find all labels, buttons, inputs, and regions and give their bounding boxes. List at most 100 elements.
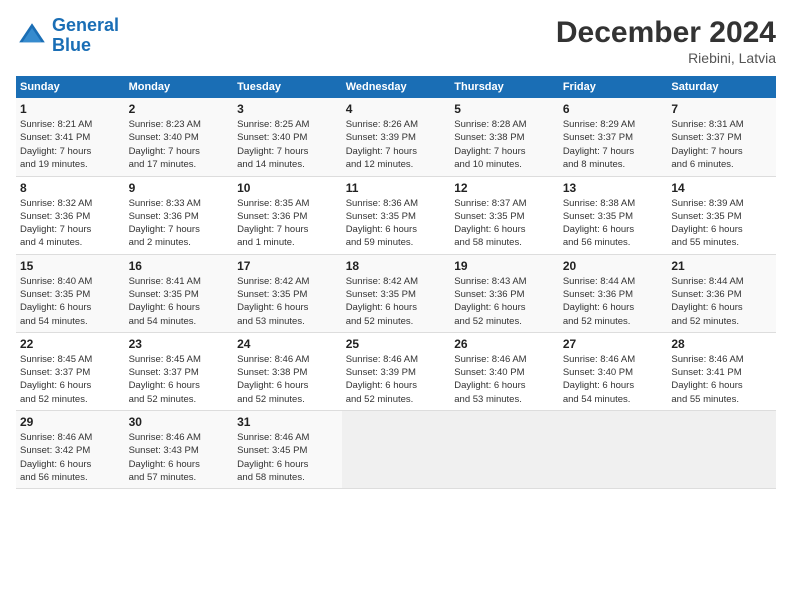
day-info: Sunrise: 8:46 AM Sunset: 3:41 PM Dayligh… — [671, 353, 772, 406]
col-wednesday: Wednesday — [342, 76, 451, 98]
col-friday: Friday — [559, 76, 668, 98]
calendar-cell: 23Sunrise: 8:45 AM Sunset: 3:37 PM Dayli… — [125, 332, 234, 410]
calendar-cell: 26 Sunrise: 8:46 AM Sunset: 3:40 PM Dayli… — [450, 332, 559, 410]
day-number: 2 — [129, 102, 230, 116]
calendar-cell: 3 Sunrise: 8:25 AM Sunset: 3:40 PM Daylig… — [233, 98, 342, 176]
day-number: 1 — [20, 102, 121, 116]
week-row-4: 22 Sunrise: 8:45 AM Sunset: 3:37 PM Dayli… — [16, 332, 776, 410]
logo-line1: General — [52, 15, 119, 35]
day-info: Sunrise: 8:42 AM Sunset: 3:35 PM Dayligh… — [346, 275, 447, 328]
week-row-5: 29 Sunrise: 8:46 AM Sunset: 3:42 PM Dayli… — [16, 411, 776, 489]
day-info: Sunrise: 8:45 AM Sunset: 3:37 PM Dayligh… — [20, 353, 121, 406]
day-number: 27 — [563, 337, 664, 351]
calendar-header: Sunday Monday Tuesday Wednesday Thursday… — [16, 76, 776, 98]
day-number: 18 — [346, 259, 447, 273]
day-info: Sunrise: 8:26 AM Sunset: 3:39 PM Dayligh… — [346, 118, 447, 171]
day-number: 7 — [671, 102, 772, 116]
calendar-cell: 11Sunrise: 8:36 AM Sunset: 3:35 PM Dayli… — [342, 176, 451, 254]
day-info: Sunrise: 8:46 AM Sunset: 3:39 PM Dayligh… — [346, 353, 447, 406]
calendar-cell — [559, 411, 668, 489]
day-info: Sunrise: 8:28 AM Sunset: 3:38 PM Dayligh… — [454, 118, 555, 171]
calendar-cell: 14Sunrise: 8:39 AM Sunset: 3:35 PM Dayli… — [667, 176, 776, 254]
calendar-cell: 13 Sunrise: 8:38 AM Sunset: 3:35 PM Dayli… — [559, 176, 668, 254]
day-info: Sunrise: 8:41 AM Sunset: 3:35 PM Dayligh… — [129, 275, 230, 328]
day-info: Sunrise: 8:21 AM Sunset: 3:41 PM Dayligh… — [20, 118, 121, 171]
calendar-cell: 22 Sunrise: 8:45 AM Sunset: 3:37 PM Dayli… — [16, 332, 125, 410]
day-number: 5 — [454, 102, 555, 116]
calendar-cell: 5 Sunrise: 8:28 AM Sunset: 3:38 PM Daylig… — [450, 98, 559, 176]
logo: General Blue — [16, 16, 119, 56]
calendar-cell: 1 Sunrise: 8:21 AM Sunset: 3:41 PM Daylig… — [16, 98, 125, 176]
day-info: Sunrise: 8:42 AM Sunset: 3:35 PM Dayligh… — [237, 275, 338, 328]
calendar-cell: 16 Sunrise: 8:41 AM Sunset: 3:35 PM Dayli… — [125, 254, 234, 332]
day-number: 9 — [129, 181, 230, 195]
calendar-cell: 31 Sunrise: 8:46 AM Sunset: 3:45 PM Dayli… — [233, 411, 342, 489]
day-number: 30 — [129, 415, 230, 429]
calendar-cell: 30Sunrise: 8:46 AM Sunset: 3:43 PM Dayli… — [125, 411, 234, 489]
calendar-cell — [450, 411, 559, 489]
page: General Blue December 2024 Riebini, Latv… — [0, 0, 792, 612]
day-number: 6 — [563, 102, 664, 116]
calendar-cell: 4 Sunrise: 8:26 AM Sunset: 3:39 PM Daylig… — [342, 98, 451, 176]
day-info: Sunrise: 8:46 AM Sunset: 3:42 PM Dayligh… — [20, 431, 121, 484]
header: General Blue December 2024 Riebini, Latv… — [16, 16, 776, 66]
day-number: 31 — [237, 415, 338, 429]
day-number: 26 — [454, 337, 555, 351]
day-number: 13 — [563, 181, 664, 195]
logo-icon — [16, 20, 48, 52]
day-number: 25 — [346, 337, 447, 351]
day-info: Sunrise: 8:23 AM Sunset: 3:40 PM Dayligh… — [129, 118, 230, 171]
calendar-cell: 29 Sunrise: 8:46 AM Sunset: 3:42 PM Dayli… — [16, 411, 125, 489]
day-info: Sunrise: 8:46 AM Sunset: 3:45 PM Dayligh… — [237, 431, 338, 484]
calendar-cell: 19 Sunrise: 8:43 AM Sunset: 3:36 PM Dayli… — [450, 254, 559, 332]
calendar-cell — [342, 411, 451, 489]
calendar-cell — [667, 411, 776, 489]
calendar-cell: 25 Sunrise: 8:46 AM Sunset: 3:39 PM Dayli… — [342, 332, 451, 410]
calendar-cell: 17 Sunrise: 8:42 AM Sunset: 3:35 PM Dayli… — [233, 254, 342, 332]
day-number: 14 — [671, 181, 772, 195]
logo-line2: Blue — [52, 35, 91, 55]
day-info: Sunrise: 8:25 AM Sunset: 3:40 PM Dayligh… — [237, 118, 338, 171]
day-number: 4 — [346, 102, 447, 116]
day-info: Sunrise: 8:33 AM Sunset: 3:36 PM Dayligh… — [129, 197, 230, 250]
day-info: Sunrise: 8:46 AM Sunset: 3:40 PM Dayligh… — [454, 353, 555, 406]
day-info: Sunrise: 8:46 AM Sunset: 3:40 PM Dayligh… — [563, 353, 664, 406]
day-info: Sunrise: 8:46 AM Sunset: 3:38 PM Dayligh… — [237, 353, 338, 406]
calendar-cell: 24Sunrise: 8:46 AM Sunset: 3:38 PM Dayli… — [233, 332, 342, 410]
col-thursday: Thursday — [450, 76, 559, 98]
day-info: Sunrise: 8:44 AM Sunset: 3:36 PM Dayligh… — [563, 275, 664, 328]
calendar-cell: 12Sunrise: 8:37 AM Sunset: 3:35 PM Dayli… — [450, 176, 559, 254]
day-info: Sunrise: 8:44 AM Sunset: 3:36 PM Dayligh… — [671, 275, 772, 328]
calendar-cell: 8 Sunrise: 8:32 AM Sunset: 3:36 PM Daylig… — [16, 176, 125, 254]
day-info: Sunrise: 8:31 AM Sunset: 3:37 PM Dayligh… — [671, 118, 772, 171]
calendar-cell: 15 Sunrise: 8:40 AM Sunset: 3:35 PM Dayli… — [16, 254, 125, 332]
calendar-cell: 2 Sunrise: 8:23 AM Sunset: 3:40 PM Daylig… — [125, 98, 234, 176]
col-monday: Monday — [125, 76, 234, 98]
day-info: Sunrise: 8:43 AM Sunset: 3:36 PM Dayligh… — [454, 275, 555, 328]
calendar-cell: 9 Sunrise: 8:33 AM Sunset: 3:36 PM Daylig… — [125, 176, 234, 254]
col-sunday: Sunday — [16, 76, 125, 98]
day-info: Sunrise: 8:37 AM Sunset: 3:35 PM Dayligh… — [454, 197, 555, 250]
day-info: Sunrise: 8:45 AM Sunset: 3:37 PM Dayligh… — [129, 353, 230, 406]
calendar-cell: 6Sunrise: 8:29 AM Sunset: 3:37 PM Daylig… — [559, 98, 668, 176]
day-number: 10 — [237, 181, 338, 195]
day-number: 17 — [237, 259, 338, 273]
day-number: 16 — [129, 259, 230, 273]
day-info: Sunrise: 8:35 AM Sunset: 3:36 PM Dayligh… — [237, 197, 338, 250]
calendar-cell: 28 Sunrise: 8:46 AM Sunset: 3:41 PM Dayli… — [667, 332, 776, 410]
day-number: 28 — [671, 337, 772, 351]
day-number: 3 — [237, 102, 338, 116]
calendar-cell: 20Sunrise: 8:44 AM Sunset: 3:36 PM Dayli… — [559, 254, 668, 332]
day-info: Sunrise: 8:32 AM Sunset: 3:36 PM Dayligh… — [20, 197, 121, 250]
calendar-body: 1 Sunrise: 8:21 AM Sunset: 3:41 PM Daylig… — [16, 98, 776, 489]
calendar-table: Sunday Monday Tuesday Wednesday Thursday… — [16, 76, 776, 489]
day-number: 15 — [20, 259, 121, 273]
day-info: Sunrise: 8:38 AM Sunset: 3:35 PM Dayligh… — [563, 197, 664, 250]
calendar-cell: 18 Sunrise: 8:42 AM Sunset: 3:35 PM Dayli… — [342, 254, 451, 332]
day-number: 8 — [20, 181, 121, 195]
day-number: 22 — [20, 337, 121, 351]
day-info: Sunrise: 8:40 AM Sunset: 3:35 PM Dayligh… — [20, 275, 121, 328]
day-number: 29 — [20, 415, 121, 429]
header-row: Sunday Monday Tuesday Wednesday Thursday… — [16, 76, 776, 98]
day-number: 19 — [454, 259, 555, 273]
